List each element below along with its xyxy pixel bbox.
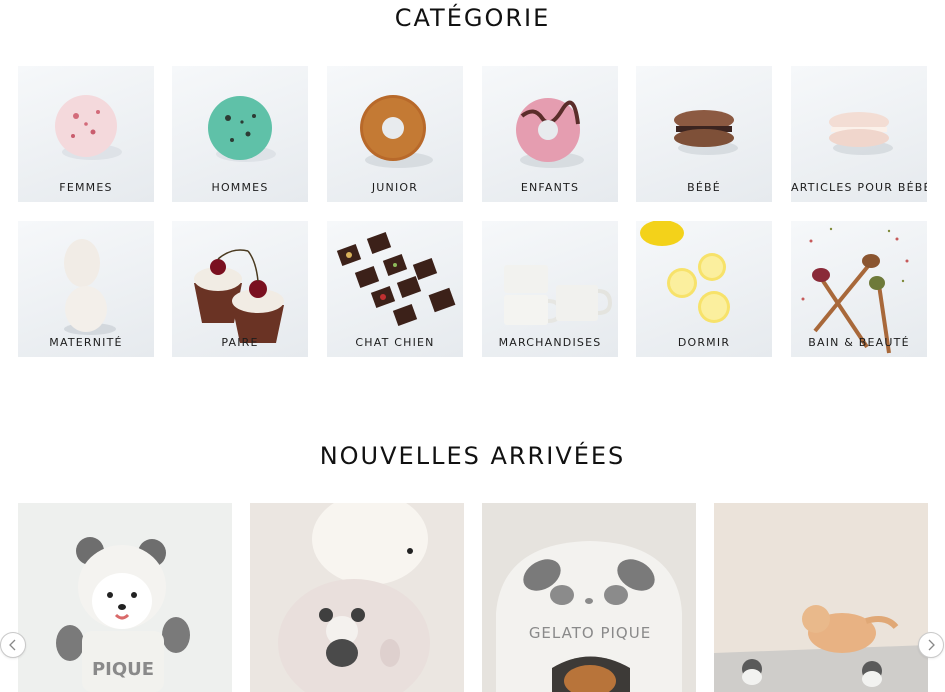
product-print-text: GELATO PIQUE [529,624,651,642]
category-label: BÉBÉ [687,181,721,194]
product-card-1[interactable]: PIQUE [18,503,232,692]
category-tile-chat-chien[interactable]: CHAT CHIEN [327,221,463,357]
category-tile-femmes[interactable]: FEMMES [18,66,154,202]
dog-in-panda-hoodie-image: PIQUE [18,503,232,692]
category-label: ENFANTS [520,181,580,194]
chevron-right-icon [928,639,935,651]
category-tile-bain-beaute[interactable]: BAIN & BEAUTÉ [791,221,927,357]
carousel-next-button[interactable] [918,632,944,658]
product-card-2[interactable] [250,503,464,692]
category-tile-marchandises[interactable]: MARCHANDISES [482,221,618,357]
cat-on-panda-blanket-image [714,503,928,692]
category-label: JUNIOR [371,181,419,194]
category-tile-bebe[interactable]: BÉBÉ [636,66,772,202]
category-tile-articles-pour-bebe[interactable]: ARTICLES POUR BÉBÉ [791,66,927,202]
category-label: BAIN & BEAUTÉ [808,336,910,349]
product-card-3[interactable]: GELATO PIQUE [482,503,696,692]
product-card-4[interactable] [714,503,928,692]
category-tile-enfants[interactable]: ENFANTS [482,66,618,202]
product-print-text: PIQUE [92,659,154,680]
category-label: FEMMES [59,181,113,194]
category-tile-paire[interactable]: PAIRE [172,221,308,357]
category-label: DORMIR [677,336,731,349]
category-tile-hommes[interactable]: HOMMES [172,66,308,202]
category-label: PAIRE [221,336,259,349]
panda-pet-house-image: GELATO PIQUE [482,503,696,692]
category-label: MARCHANDISES [498,336,602,349]
chevron-left-icon [9,639,16,651]
category-label: CHAT CHIEN [355,336,435,349]
category-tile-dormir[interactable]: DORMIR [636,221,772,357]
new-arrivals-carousel: PIQUE GELATO PIQUE [18,503,928,692]
category-tile-maternite[interactable]: MATERNITÉ [18,221,154,357]
dog-in-panda-sweater-image [250,503,464,692]
category-label: MATERNITÉ [49,336,123,349]
new-arrivals-section-title: NOUVELLES ARRIVÉES [319,442,626,470]
category-label: ARTICLES POUR BÉBÉ [791,181,927,194]
category-tile-junior[interactable]: JUNIOR [327,66,463,202]
category-label: HOMMES [211,181,269,194]
carousel-prev-button[interactable] [0,632,26,658]
category-section-title: CATÉGORIE [394,4,551,32]
